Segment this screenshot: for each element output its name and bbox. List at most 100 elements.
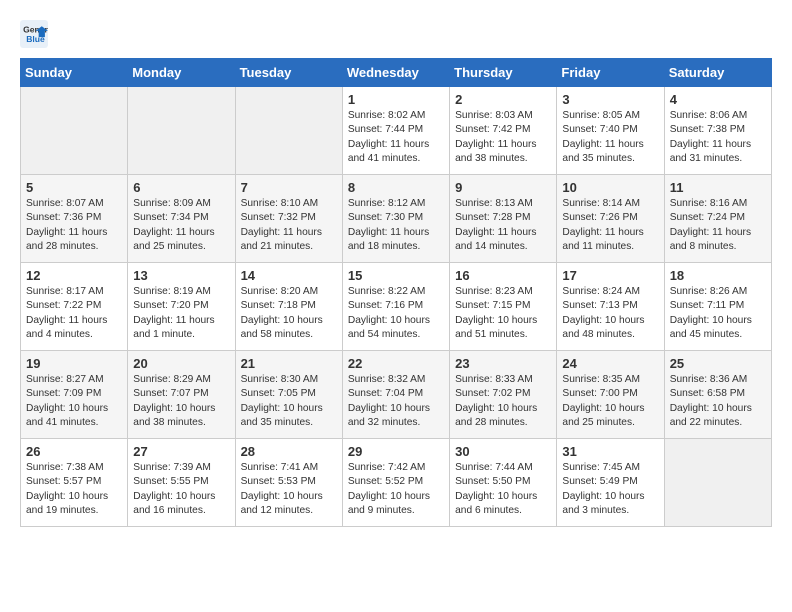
day-number: 31 [562, 444, 658, 459]
day-number: 7 [241, 180, 337, 195]
logo: General Blue [20, 20, 52, 48]
weekday-header-tuesday: Tuesday [235, 59, 342, 87]
day-number: 23 [455, 356, 551, 371]
day-number: 26 [26, 444, 122, 459]
cell-text: Sunrise: 7:44 AM Sunset: 5:50 PM Dayligh… [455, 461, 551, 518]
calendar-cell: 14Sunrise: 8:20 AM Sunset: 7:18 PM Dayli… [235, 263, 342, 351]
day-number: 30 [455, 444, 551, 459]
page-header: General Blue [20, 20, 772, 48]
cell-text: Sunrise: 8:23 AM Sunset: 7:15 PM Dayligh… [455, 285, 551, 342]
cell-text: Sunrise: 7:41 AM Sunset: 5:53 PM Dayligh… [241, 461, 337, 518]
cell-text: Sunrise: 8:32 AM Sunset: 7:04 PM Dayligh… [348, 373, 444, 430]
calendar-cell: 18 Sunrise: 8:26 AM Sunset: 7:11 PM Dayli… [664, 263, 771, 351]
cell-text: Sunrise: 7:45 AM Sunset: 5:49 PM Dayligh… [562, 461, 658, 518]
day-number: 20 [133, 356, 229, 371]
calendar-body: 1Sunrise: 8:02 AM Sunset: 7:44 PM Daylig… [21, 87, 772, 527]
calendar-week-row: 26 Sunrise: 7:38 AM Sunset: 5:57 PM Dayli… [21, 439, 772, 527]
calendar-cell: 6 Sunrise: 8:09 AM Sunset: 7:34 PM Daylig… [128, 175, 235, 263]
calendar-cell: 25 Sunrise: 8:36 AM Sunset: 6:58 PM Dayli… [664, 351, 771, 439]
day-number: 3 [562, 92, 658, 107]
day-number: 5 [26, 180, 122, 195]
cell-text: Sunrise: 8:09 AM Sunset: 7:34 PM Dayligh… [133, 197, 229, 254]
day-number: 24 [562, 356, 658, 371]
cell-text: Sunrise: 8:36 AM Sunset: 6:58 PM Dayligh… [670, 373, 766, 430]
calendar-cell: 10 Sunrise: 8:14 AM Sunset: 7:26 PM Dayli… [557, 175, 664, 263]
calendar-cell: 11 Sunrise: 8:16 AM Sunset: 7:24 PM Dayli… [664, 175, 771, 263]
cell-text: Sunrise: 8:05 AM Sunset: 7:40 PM Dayligh… [562, 109, 658, 166]
calendar-week-row: 12 Sunrise: 8:17 AM Sunset: 7:22 PM Dayli… [21, 263, 772, 351]
day-number: 21 [241, 356, 337, 371]
calendar-week-row: 19 Sunrise: 8:27 AM Sunset: 7:09 PM Dayli… [21, 351, 772, 439]
cell-text: Sunrise: 8:12 AM Sunset: 7:30 PM Dayligh… [348, 197, 444, 254]
day-number: 22 [348, 356, 444, 371]
calendar-cell: 17 Sunrise: 8:24 AM Sunset: 7:13 PM Dayli… [557, 263, 664, 351]
cell-text: Sunrise: 8:33 AM Sunset: 7:02 PM Dayligh… [455, 373, 551, 430]
calendar-cell: 1Sunrise: 8:02 AM Sunset: 7:44 PM Daylig… [342, 87, 449, 175]
cell-text: Sunrise: 8:24 AM Sunset: 7:13 PM Dayligh… [562, 285, 658, 342]
calendar-cell: 13 Sunrise: 8:19 AM Sunset: 7:20 PM Dayli… [128, 263, 235, 351]
day-number: 8 [348, 180, 444, 195]
cell-text: Sunrise: 8:14 AM Sunset: 7:26 PM Dayligh… [562, 197, 658, 254]
calendar-week-row: 5Sunrise: 8:07 AM Sunset: 7:36 PM Daylig… [21, 175, 772, 263]
calendar-cell: 27 Sunrise: 7:39 AM Sunset: 5:55 PM Dayli… [128, 439, 235, 527]
day-number: 4 [670, 92, 766, 107]
day-number: 1 [348, 92, 444, 107]
day-number: 28 [241, 444, 337, 459]
day-number: 10 [562, 180, 658, 195]
weekday-header-monday: Monday [128, 59, 235, 87]
calendar-cell [664, 439, 771, 527]
day-number: 13 [133, 268, 229, 283]
day-number: 18 [670, 268, 766, 283]
day-number: 17 [562, 268, 658, 283]
calendar-cell: 8 Sunrise: 8:12 AM Sunset: 7:30 PM Daylig… [342, 175, 449, 263]
calendar-cell: 22 Sunrise: 8:32 AM Sunset: 7:04 PM Dayli… [342, 351, 449, 439]
day-number: 19 [26, 356, 122, 371]
weekday-header-sunday: Sunday [21, 59, 128, 87]
cell-text: Sunrise: 7:38 AM Sunset: 5:57 PM Dayligh… [26, 461, 122, 518]
calendar-cell: 15Sunrise: 8:22 AM Sunset: 7:16 PM Dayli… [342, 263, 449, 351]
day-number: 12 [26, 268, 122, 283]
weekday-header-friday: Friday [557, 59, 664, 87]
weekday-header-wednesday: Wednesday [342, 59, 449, 87]
calendar-cell: 23 Sunrise: 8:33 AM Sunset: 7:02 PM Dayli… [450, 351, 557, 439]
cell-text: Sunrise: 8:10 AM Sunset: 7:32 PM Dayligh… [241, 197, 337, 254]
calendar-cell: 7 Sunrise: 8:10 AM Sunset: 7:32 PM Daylig… [235, 175, 342, 263]
calendar-cell: 30 Sunrise: 7:44 AM Sunset: 5:50 PM Dayli… [450, 439, 557, 527]
calendar-cell: 21 Sunrise: 8:30 AM Sunset: 7:05 PM Dayli… [235, 351, 342, 439]
cell-text: Sunrise: 8:35 AM Sunset: 7:00 PM Dayligh… [562, 373, 658, 430]
calendar-table: SundayMondayTuesdayWednesdayThursdayFrid… [20, 58, 772, 527]
day-number: 16 [455, 268, 551, 283]
cell-text: Sunrise: 7:39 AM Sunset: 5:55 PM Dayligh… [133, 461, 229, 518]
day-number: 29 [348, 444, 444, 459]
weekday-header-thursday: Thursday [450, 59, 557, 87]
cell-text: Sunrise: 8:22 AM Sunset: 7:16 PM Dayligh… [348, 285, 444, 342]
day-number: 25 [670, 356, 766, 371]
calendar-cell: 24 Sunrise: 8:35 AM Sunset: 7:00 PM Dayli… [557, 351, 664, 439]
calendar-cell: 19 Sunrise: 8:27 AM Sunset: 7:09 PM Dayli… [21, 351, 128, 439]
logo-icon: General Blue [20, 20, 48, 48]
cell-text: Sunrise: 8:17 AM Sunset: 7:22 PM Dayligh… [26, 285, 122, 342]
cell-text: Sunrise: 8:19 AM Sunset: 7:20 PM Dayligh… [133, 285, 229, 342]
calendar-cell: 3 Sunrise: 8:05 AM Sunset: 7:40 PM Daylig… [557, 87, 664, 175]
calendar-cell: 20 Sunrise: 8:29 AM Sunset: 7:07 PM Dayli… [128, 351, 235, 439]
cell-text: Sunrise: 8:16 AM Sunset: 7:24 PM Dayligh… [670, 197, 766, 254]
day-number: 6 [133, 180, 229, 195]
cell-text: Sunrise: 8:26 AM Sunset: 7:11 PM Dayligh… [670, 285, 766, 342]
cell-text: Sunrise: 8:27 AM Sunset: 7:09 PM Dayligh… [26, 373, 122, 430]
day-number: 11 [670, 180, 766, 195]
cell-text: Sunrise: 8:30 AM Sunset: 7:05 PM Dayligh… [241, 373, 337, 430]
calendar-cell [128, 87, 235, 175]
calendar-cell: 29Sunrise: 7:42 AM Sunset: 5:52 PM Dayli… [342, 439, 449, 527]
calendar-cell: 5Sunrise: 8:07 AM Sunset: 7:36 PM Daylig… [21, 175, 128, 263]
calendar-cell [235, 87, 342, 175]
calendar-cell: 28 Sunrise: 7:41 AM Sunset: 5:53 PM Dayli… [235, 439, 342, 527]
calendar-cell: 9Sunrise: 8:13 AM Sunset: 7:28 PM Daylig… [450, 175, 557, 263]
day-number: 9 [455, 180, 551, 195]
day-number: 27 [133, 444, 229, 459]
calendar-cell: 12 Sunrise: 8:17 AM Sunset: 7:22 PM Dayli… [21, 263, 128, 351]
calendar-cell: 4Sunrise: 8:06 AM Sunset: 7:38 PM Daylig… [664, 87, 771, 175]
calendar-cell: 26 Sunrise: 7:38 AM Sunset: 5:57 PM Dayli… [21, 439, 128, 527]
calendar-cell: 16 Sunrise: 8:23 AM Sunset: 7:15 PM Dayli… [450, 263, 557, 351]
cell-text: Sunrise: 8:20 AM Sunset: 7:18 PM Dayligh… [241, 285, 337, 342]
cell-text: Sunrise: 8:29 AM Sunset: 7:07 PM Dayligh… [133, 373, 229, 430]
